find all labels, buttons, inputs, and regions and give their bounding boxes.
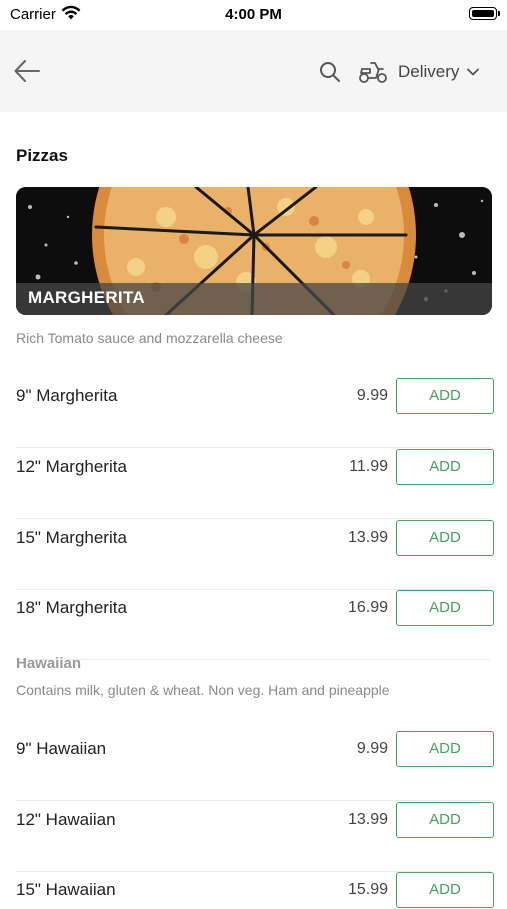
scooter-icon: [359, 62, 387, 83]
search-button[interactable]: [318, 60, 342, 84]
margherita-banner[interactable]: MARGHERITA: [16, 187, 492, 315]
delivery-label: Delivery: [398, 62, 460, 81]
margherita-description: Rich Tomato sauce and mozzarella cheese: [16, 330, 283, 346]
banner-title: MARGHERITA: [28, 288, 145, 307]
add-button[interactable]: ADD: [396, 731, 494, 767]
menu-item-row: 9" Margherita 9.99 ADD: [16, 377, 494, 448]
status-bar: Carrier 4:00 PM: [0, 0, 507, 30]
item-name: 9" Margherita: [16, 386, 118, 405]
delivery-mode-selector[interactable]: Delivery: [358, 58, 480, 86]
menu-item-row: 12" Hawaiian 13.99 ADD: [16, 801, 494, 872]
item-name: 12" Hawaiian: [16, 810, 116, 829]
menu-item-row: 15" Margherita 13.99 ADD: [16, 519, 494, 590]
item-price: 13.99: [347, 529, 388, 546]
chevron-down-icon: [467, 68, 480, 76]
back-button[interactable]: [12, 56, 46, 86]
item-price: 16.99: [347, 599, 388, 616]
item-price: 9.99: [356, 387, 388, 404]
section-title: Pizzas: [16, 146, 68, 165]
hawaiian-title: Hawaiian: [16, 655, 82, 672]
add-button[interactable]: ADD: [396, 520, 494, 556]
add-button[interactable]: ADD: [396, 802, 494, 838]
search-icon: [320, 62, 340, 82]
item-price: 13.99: [347, 811, 388, 828]
nav-bar: Delivery: [0, 30, 507, 112]
item-price: 9.99: [356, 740, 388, 757]
menu-item-row: 9" Hawaiian 9.99 ADD: [16, 730, 494, 801]
item-name: 18" Margherita: [16, 598, 127, 617]
status-time: 4:00 PM: [225, 6, 282, 23]
menu-item-row: 15" Hawaiian 15.99 ADD: [16, 871, 494, 908]
item-price: 11.99: [349, 458, 388, 475]
add-button[interactable]: ADD: [396, 872, 494, 908]
back-arrow-icon: [14, 60, 40, 82]
menu-item-row: 18" Margherita 16.99 ADD: [16, 589, 494, 660]
hawaiian-description: Contains milk, gluten & wheat. Non veg. …: [16, 682, 390, 698]
item-name: 15" Hawaiian: [16, 880, 116, 899]
battery-icon: [469, 7, 497, 20]
battery-cap: [498, 11, 500, 16]
add-button[interactable]: ADD: [396, 449, 494, 485]
add-button[interactable]: ADD: [396, 590, 494, 626]
item-name: 12" Margherita: [16, 457, 127, 476]
row-divider: [16, 659, 490, 660]
menu-item-row: 12" Margherita 11.99 ADD: [16, 448, 494, 519]
add-button[interactable]: ADD: [396, 378, 494, 414]
item-name: 15" Margherita: [16, 528, 127, 547]
item-name: 9" Hawaiian: [16, 739, 107, 758]
item-price: 15.99: [347, 881, 388, 898]
